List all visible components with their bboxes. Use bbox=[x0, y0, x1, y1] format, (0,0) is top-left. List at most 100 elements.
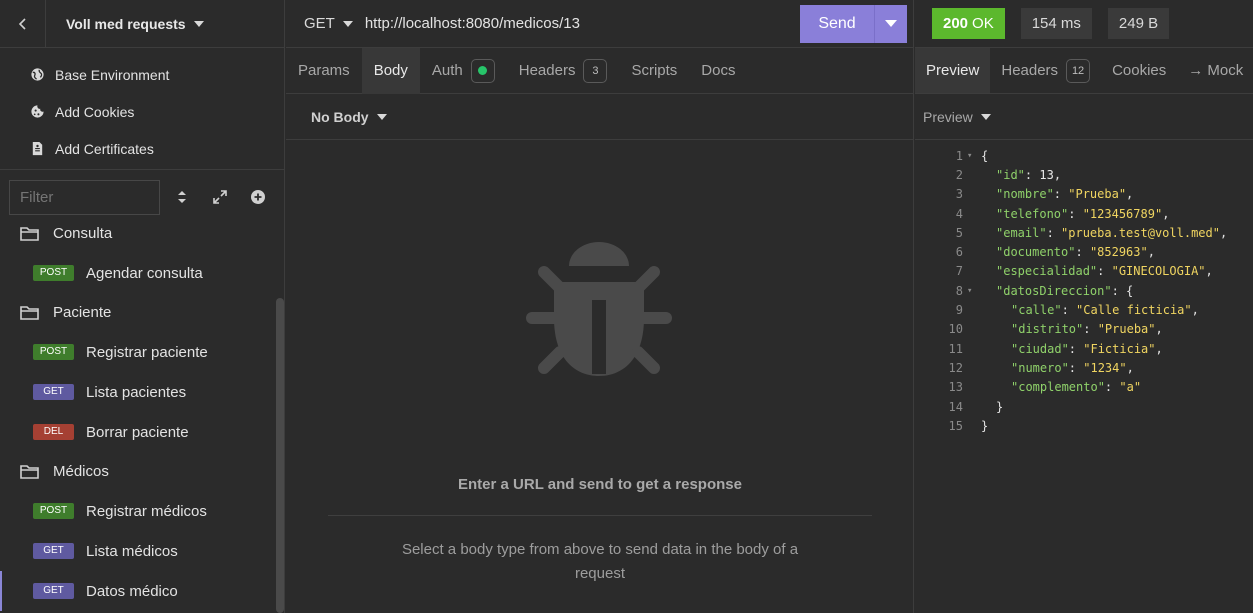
code-token: , bbox=[1191, 303, 1199, 318]
fold-toggle-icon[interactable]: ▾ bbox=[967, 286, 981, 296]
request-tree: Consulta POST Agendar consulta Paciente POST… bbox=[0, 214, 285, 611]
response-tab[interactable]: Preview bbox=[915, 48, 991, 93]
request-label: Lista pacientes bbox=[86, 383, 187, 401]
status-text: OK bbox=[972, 15, 994, 32]
folder-item[interactable]: Consulta bbox=[0, 214, 285, 253]
response-tab[interactable]: → Mock bbox=[1177, 48, 1253, 93]
line-number: 13 bbox=[948, 380, 963, 395]
plus-circle-icon bbox=[251, 190, 265, 204]
code-token: "Calle ficticia" bbox=[1076, 303, 1192, 318]
code-line: 10 "distrito": "Prueba", bbox=[915, 320, 1253, 339]
code-line: 14} bbox=[915, 397, 1253, 416]
response-json-viewer[interactable]: 1 ▾{2 "id": 13, 3 "nombre": "Prueba", 4 "telef… bbox=[915, 146, 1253, 435]
send-button[interactable]: Send bbox=[800, 15, 874, 33]
code-line: 13 "complemento": "a" bbox=[915, 378, 1253, 397]
request-tabs: Params Body Auth Headers 3 Scripts Docs bbox=[286, 47, 913, 94]
request-label: Agendar consulta bbox=[86, 264, 203, 282]
project-selector[interactable]: Voll med requests bbox=[66, 16, 204, 32]
request-label: Borrar paciente bbox=[86, 423, 189, 441]
code-text: "telefono": "123456789", bbox=[981, 207, 1169, 221]
code-token: "Prueba" bbox=[1068, 187, 1127, 202]
count-badge: 12 bbox=[1066, 58, 1091, 83]
code-token: : bbox=[1068, 341, 1084, 356]
sort-button[interactable] bbox=[163, 189, 201, 205]
code-text: "email": "prueba.test@voll.med", bbox=[981, 226, 1227, 240]
code-text: "complemento": "a" bbox=[981, 380, 1141, 394]
request-item[interactable]: POST Registrar paciente bbox=[0, 332, 285, 372]
status-code: 200 bbox=[943, 15, 969, 32]
back-button[interactable] bbox=[0, 0, 46, 48]
folder-label: Médicos bbox=[53, 463, 109, 480]
preview-mode-selector[interactable]: Preview bbox=[915, 94, 1253, 140]
request-item[interactable]: POST Registrar médicos bbox=[0, 491, 285, 531]
tab-headers[interactable]: Headers 3 bbox=[507, 48, 620, 94]
code-text: } bbox=[981, 400, 1003, 414]
tab-docs[interactable]: Docs bbox=[689, 48, 747, 94]
chevron-left-icon bbox=[18, 17, 26, 30]
folder-icon bbox=[20, 306, 39, 320]
code-token: "datosDireccion" bbox=[996, 283, 1112, 298]
request-item[interactable]: DEL Borrar paciente bbox=[0, 412, 285, 452]
status-badge: 200 OK bbox=[932, 8, 1005, 39]
code-line: 7 "especialidad": "GINECOLOGIA", bbox=[915, 262, 1253, 281]
request-item[interactable]: GET Lista médicos bbox=[0, 531, 285, 571]
menu-item-label: Base Environment bbox=[55, 66, 170, 83]
code-token: "ciudad" bbox=[1011, 341, 1069, 356]
response-size: 249 B bbox=[1107, 8, 1170, 39]
tab-auth[interactable]: Auth bbox=[420, 48, 507, 94]
code-token: , bbox=[1162, 206, 1170, 221]
tab-params[interactable]: Params bbox=[286, 48, 362, 94]
code-token: , bbox=[1053, 167, 1062, 182]
request-item[interactable]: GET Datos médico bbox=[0, 571, 285, 611]
line-number: 7 bbox=[955, 264, 963, 279]
menu-item-label: Add Cookies bbox=[55, 103, 135, 120]
request-item[interactable]: POST Agendar consulta bbox=[0, 253, 285, 293]
sidebar-header: Voll med requests bbox=[0, 0, 284, 48]
response-pane: 200 OK 154 ms 249 B Preview Headers 12 Cook… bbox=[915, 0, 1253, 613]
response-status-bar: 200 OK 154 ms 249 B bbox=[915, 0, 1253, 48]
menu-item-add-certificates[interactable]: Add Certificates bbox=[0, 130, 284, 167]
code-token: , bbox=[1126, 187, 1134, 202]
response-tab[interactable]: Headers 12 bbox=[990, 48, 1101, 93]
body-type-selector[interactable]: No Body bbox=[286, 94, 913, 140]
app-window: Voll med requests Base Environment Add C… bbox=[0, 0, 1253, 613]
body-type-label: No Body bbox=[311, 108, 369, 125]
code-token: "calle" bbox=[1011, 303, 1062, 318]
code-text: "distrito": "Prueba", bbox=[981, 322, 1163, 336]
response-tab[interactable]: Cookies bbox=[1101, 48, 1177, 93]
code-token: "especialidad" bbox=[996, 264, 1098, 279]
method-selector[interactable]: GET bbox=[304, 15, 353, 32]
expand-button[interactable] bbox=[201, 189, 239, 205]
menu-item-add-cookies[interactable]: Add Cookies bbox=[0, 93, 284, 130]
count-badge: 3 bbox=[583, 58, 608, 83]
code-token: "123456789" bbox=[1082, 206, 1163, 221]
tab-scripts[interactable]: Scripts bbox=[619, 48, 689, 94]
url-bar: GET http://localhost:8080/medicos/13 Sen… bbox=[286, 0, 913, 48]
code-token: "nombre" bbox=[996, 187, 1054, 202]
menu-item-base-environment[interactable]: Base Environment bbox=[0, 56, 284, 93]
code-token: } bbox=[996, 399, 1004, 414]
code-text: "calle": "Calle ficticia", bbox=[981, 303, 1199, 317]
caret-down-icon bbox=[980, 113, 991, 120]
folder-item[interactable]: Paciente bbox=[0, 293, 285, 332]
filter-input[interactable] bbox=[9, 179, 160, 215]
add-item-button[interactable] bbox=[239, 189, 277, 205]
request-label: Datos médico bbox=[86, 582, 178, 600]
folder-item[interactable]: Médicos bbox=[0, 452, 285, 491]
url-input[interactable]: http://localhost:8080/medicos/13 bbox=[365, 15, 800, 32]
send-options-button[interactable] bbox=[874, 4, 907, 43]
line-number: 12 bbox=[948, 360, 963, 375]
line-number: 1 bbox=[955, 148, 963, 163]
line-number: 4 bbox=[955, 206, 963, 221]
code-token: "distrito" bbox=[1011, 322, 1084, 337]
tab-label: → Mock bbox=[1188, 62, 1244, 79]
fold-toggle-icon[interactable]: ▾ bbox=[967, 151, 981, 161]
code-token: : bbox=[1061, 303, 1077, 318]
code-text: { bbox=[981, 149, 988, 163]
tab-body[interactable]: Body bbox=[361, 47, 420, 94]
sidebar-scrollbar[interactable] bbox=[276, 298, 284, 613]
green-dot-icon bbox=[478, 66, 488, 75]
folder-label: Paciente bbox=[53, 304, 112, 321]
request-item[interactable]: GET Lista pacientes bbox=[0, 372, 285, 412]
auth-status-indicator bbox=[470, 58, 495, 83]
